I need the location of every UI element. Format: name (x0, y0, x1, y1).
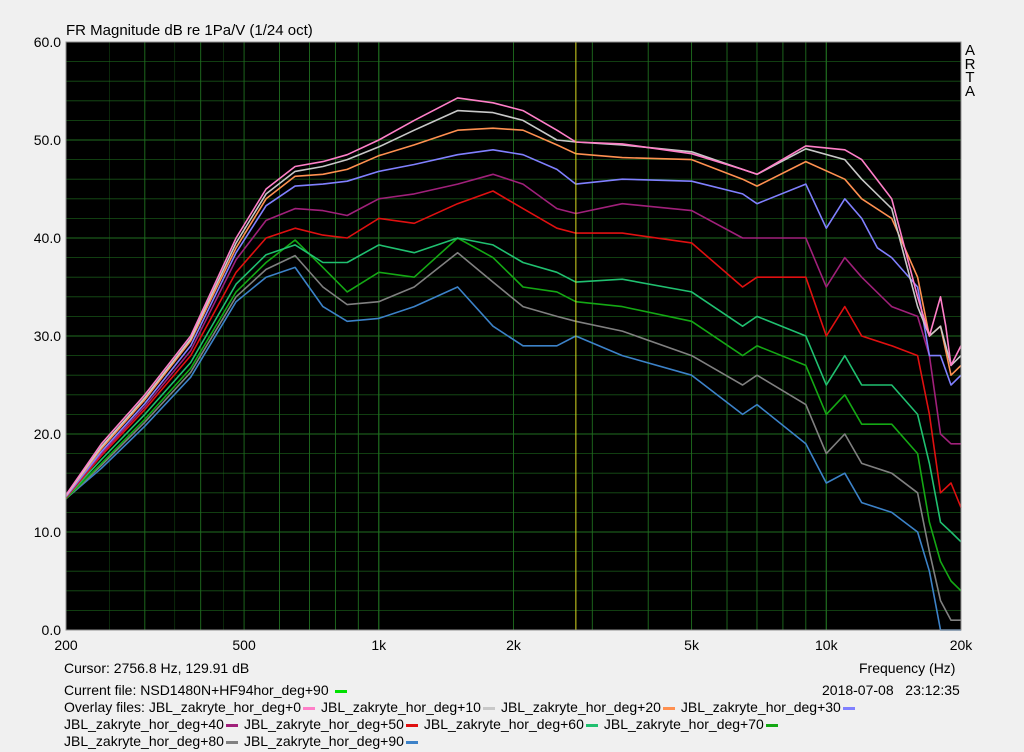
legend-swatch (842, 706, 855, 710)
legend-item: JBL_zakryte_hor_deg+0 (149, 699, 315, 715)
legend-label: JBL_zakryte_hor_deg+30 (680, 699, 841, 715)
legend-item: JBL_zakryte_hor_deg+80 (64, 733, 238, 749)
legend-swatch (585, 723, 598, 727)
current-file-swatch (334, 689, 347, 693)
legend-swatch (405, 740, 418, 744)
legend-label: JBL_zakryte_hor_deg+60 (423, 716, 584, 732)
y-tick-label: 30.0 (34, 328, 61, 344)
y-tick-label: 0.0 (42, 622, 62, 638)
x-tick-label: 20k (950, 637, 974, 653)
legend-label: JBL_zakryte_hor_deg+20 (500, 699, 661, 715)
legend-row-2: JBL_zakryte_hor_deg+40 JBL_zakryte_hor_de… (64, 716, 784, 732)
legend-swatch (302, 706, 315, 710)
x-tick-label: 200 (54, 637, 78, 653)
legend-swatch (482, 706, 495, 710)
current-file-name: NSD1480N+HF94hor_deg+90 (140, 682, 329, 698)
legend-label: JBL_zakryte_hor_deg+0 (148, 699, 301, 715)
legend-item: JBL_zakryte_hor_deg+10 (321, 699, 495, 715)
legend-label: JBL_zakryte_hor_deg+70 (603, 716, 764, 732)
y-tick-label: 50.0 (34, 132, 61, 148)
y-tick-label: 20.0 (34, 426, 61, 442)
legend-item: JBL_zakryte_hor_deg+70 (604, 716, 778, 732)
overlay-prefix: Overlay files: (64, 699, 145, 715)
date-text: 2018-07-08 (822, 682, 894, 698)
x-tick-label: 10k (815, 637, 839, 653)
legend-row-3: JBL_zakryte_hor_deg+80 JBL_zakryte_hor_de… (64, 733, 424, 749)
x-tick-label: 500 (232, 637, 256, 653)
legend-swatch (765, 723, 778, 727)
legend-item: JBL_zakryte_hor_deg+30 (681, 699, 855, 715)
x-tick-label: 2k (506, 637, 522, 653)
legend-swatch (225, 723, 238, 727)
legend-row-1: Overlay files: JBL_zakryte_hor_deg+0 JBL_… (64, 699, 861, 715)
chart-svg[interactable]: 0.0 10.0 20.0 30.0 40.0 50.0 60.0 200 500 1k 2k 5k 1… (0, 0, 1024, 752)
x-axis-label: Frequency (Hz) (859, 660, 956, 676)
legend-item: JBL_zakryte_hor_deg+60 (424, 716, 598, 732)
x-tick-label: 1k (371, 637, 387, 653)
legend-swatch (662, 706, 675, 710)
legend-label: JBL_zakryte_hor_deg+40 (64, 716, 224, 732)
y-tick-label: 10.0 (34, 524, 61, 540)
arta-watermark: ARTA (964, 42, 976, 100)
legend-item: JBL_zakryte_hor_deg+50 (244, 716, 418, 732)
legend-label: JBL_zakryte_hor_deg+80 (64, 733, 224, 749)
current-file-row: Current file: NSD1480N+HF94hor_deg+90 (64, 682, 347, 698)
legend-label: JBL_zakryte_hor_deg+10 (320, 699, 481, 715)
x-tick-label: 5k (684, 637, 700, 653)
legend-item: JBL_zakryte_hor_deg+40 (64, 716, 238, 732)
cursor-readout: Cursor: 2756.8 Hz, 129.91 dB (64, 660, 250, 676)
legend-label: JBL_zakryte_hor_deg+90 (243, 733, 404, 749)
legend-item: JBL_zakryte_hor_deg+90 (244, 733, 418, 749)
legend-label: JBL_zakryte_hor_deg+50 (243, 716, 404, 732)
y-tick-label: 60.0 (34, 34, 61, 50)
timestamp: 2018-07-08 23:12:35 (822, 682, 960, 698)
legend-swatch (405, 723, 418, 727)
time-text: 23:12:35 (905, 682, 960, 698)
y-tick-label: 40.0 (34, 230, 61, 246)
current-file-prefix: Current file: (64, 682, 137, 698)
legend-item: JBL_zakryte_hor_deg+20 (501, 699, 675, 715)
legend-swatch (225, 740, 238, 744)
